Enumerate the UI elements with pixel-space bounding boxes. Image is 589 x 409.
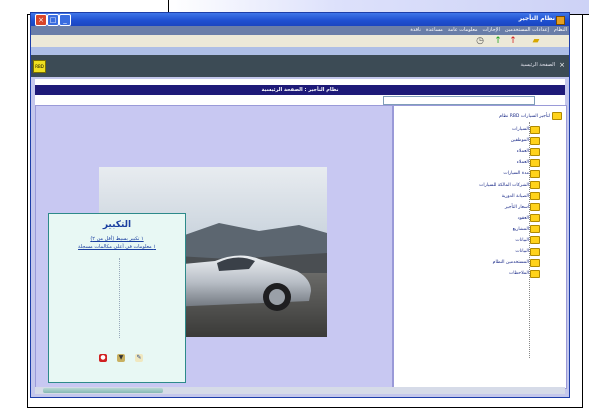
scroll-thumb[interactable] [43, 388, 163, 393]
close-button[interactable]: × [35, 14, 47, 26]
app-icon [556, 16, 565, 25]
tree-item-label: الشركات المالكة للسيارات [479, 182, 529, 188]
folder-icon [530, 225, 540, 234]
horizontal-scrollbar[interactable] [35, 387, 565, 394]
tree-item[interactable]: الصيانة الدورية [479, 191, 540, 202]
window-title: نظام التأجير [518, 15, 555, 22]
folder-icon [530, 258, 540, 267]
close-icon[interactable]: × [559, 61, 565, 69]
green-arrow-icon[interactable]: ↑ [493, 36, 503, 46]
folder-icon [530, 181, 540, 190]
menu-item[interactable]: معلومات عامة [448, 27, 478, 33]
tree-item[interactable]: الموظفين [479, 135, 540, 146]
tree-item[interactable]: البيانات [479, 246, 540, 257]
tree-item-label: السيارات [511, 127, 529, 133]
tree-item[interactable]: أسعار التأجير [479, 202, 540, 213]
divider [119, 258, 121, 338]
menu-item[interactable]: الإجازات [483, 27, 500, 33]
breadcrumb: الصفحة الرئيسية [520, 62, 556, 68]
tree-item[interactable]: السيارات [479, 124, 540, 135]
search-input[interactable] [383, 96, 535, 105]
content-area: نظام التأجير : الصفحة الرئيسية ◷ ✎ ✐ ✏ ◫… [31, 77, 569, 397]
folder-icon [552, 112, 562, 120]
tree-item[interactable]: العقود [479, 213, 540, 224]
folder-icon[interactable]: ▰ [531, 36, 541, 46]
tree-item-label: البيانات [515, 237, 529, 243]
module-header: RBD الصفحة الرئيسية × [31, 55, 569, 77]
folder-icon [530, 147, 540, 156]
tree-root[interactable]: نظام RBD لتأجير السيارات [499, 112, 562, 120]
folder-icon [530, 269, 540, 278]
menu-item[interactable]: النظام [554, 27, 567, 33]
menu-bar: النظام إعدادات المستخدمين الإجازات معلوم… [31, 26, 569, 35]
logo-icon: RBD [33, 60, 46, 73]
tree-item-label: البيانات [515, 249, 529, 255]
tree-item-label: العملاء [516, 160, 529, 166]
tree-item[interactable]: الملاحظات [479, 268, 540, 279]
tree-item-label: الموظفين [510, 138, 529, 144]
tree-item[interactable]: البيانات [479, 235, 540, 246]
folder-icon [530, 214, 540, 223]
sub-toolbar: ◷ ✎ ✐ ✏ ◫ ◉ ▦ ▤ ✱ [35, 95, 565, 105]
tree-item[interactable]: العملاء [479, 146, 540, 157]
panel-link[interactable]: ١ معلومات في أعلى مكالمات مسجلة [49, 244, 185, 250]
tree-root-label: نظام RBD لتأجير السيارات [499, 113, 550, 119]
maximize-button[interactable]: □ [47, 14, 59, 26]
tree-item[interactable]: المشاريع [479, 224, 540, 235]
save-icon[interactable]: ▼ [117, 354, 125, 362]
secondary-bar [31, 47, 569, 55]
tree-item-label: مدة السيارات [503, 171, 529, 177]
folder-icon [530, 136, 540, 145]
zoom-panel: التكبير ١ تكبير بسيط (أقل من ٢) ١ معلوما… [48, 213, 186, 383]
clock-icon[interactable]: ◷ [475, 36, 485, 46]
tree-item[interactable]: الشركات المالكة للسيارات [479, 179, 540, 190]
minimize-button[interactable]: _ [59, 14, 71, 26]
folder-icon [530, 125, 540, 134]
app-window: × □ _ نظام التأجير النظام إعدادات المستخ… [30, 12, 570, 398]
title-bar: × □ _ نظام التأجير [31, 13, 569, 26]
tree-item-label: المشاريع [512, 226, 529, 232]
folder-icon [530, 247, 540, 256]
folder-icon [530, 203, 540, 212]
menu-item[interactable]: إعدادات المستخدمين [505, 27, 549, 33]
panel-title: التكبير [102, 220, 132, 230]
delete-icon[interactable]: ● [99, 354, 107, 362]
tree-item[interactable]: المستخدمين النظام [479, 257, 540, 268]
folder-icon [530, 158, 540, 167]
folder-icon [530, 169, 540, 178]
tree-item-label: الصيانة الدورية [501, 193, 529, 199]
page-title: نظام التأجير : الصفحة الرئيسية [35, 85, 565, 95]
menu-item[interactable]: مساعدة [426, 27, 443, 33]
red-arrow-icon[interactable]: ↑ [508, 36, 518, 46]
menu-item[interactable]: نافذة [410, 27, 421, 33]
main-panel: التكبير ١ تكبير بسيط (أقل من ٢) ١ معلوما… [35, 105, 393, 389]
edit-icon[interactable]: ✎ [135, 354, 143, 362]
tree-item-label: الملاحظات [509, 271, 529, 277]
tree-list: السيارات الموظفين العملاء العملاء مدة ال… [479, 124, 540, 279]
tree-item-label: العقود [517, 215, 529, 221]
tree-item-label: أسعار التأجير [504, 204, 529, 210]
tree-item-label: المستخدمين النظام [492, 260, 529, 266]
folder-icon [530, 236, 540, 245]
folder-icon [530, 192, 540, 201]
tree-item[interactable]: العملاء [479, 157, 540, 168]
tree-panel: نظام RBD لتأجير السيارات السيارات الموظف… [393, 105, 567, 389]
panel-link[interactable]: ١ تكبير بسيط (أقل من ٢) [49, 236, 185, 242]
tree-item-label: العملاء [516, 149, 529, 155]
tree-item[interactable]: مدة السيارات [479, 168, 540, 179]
